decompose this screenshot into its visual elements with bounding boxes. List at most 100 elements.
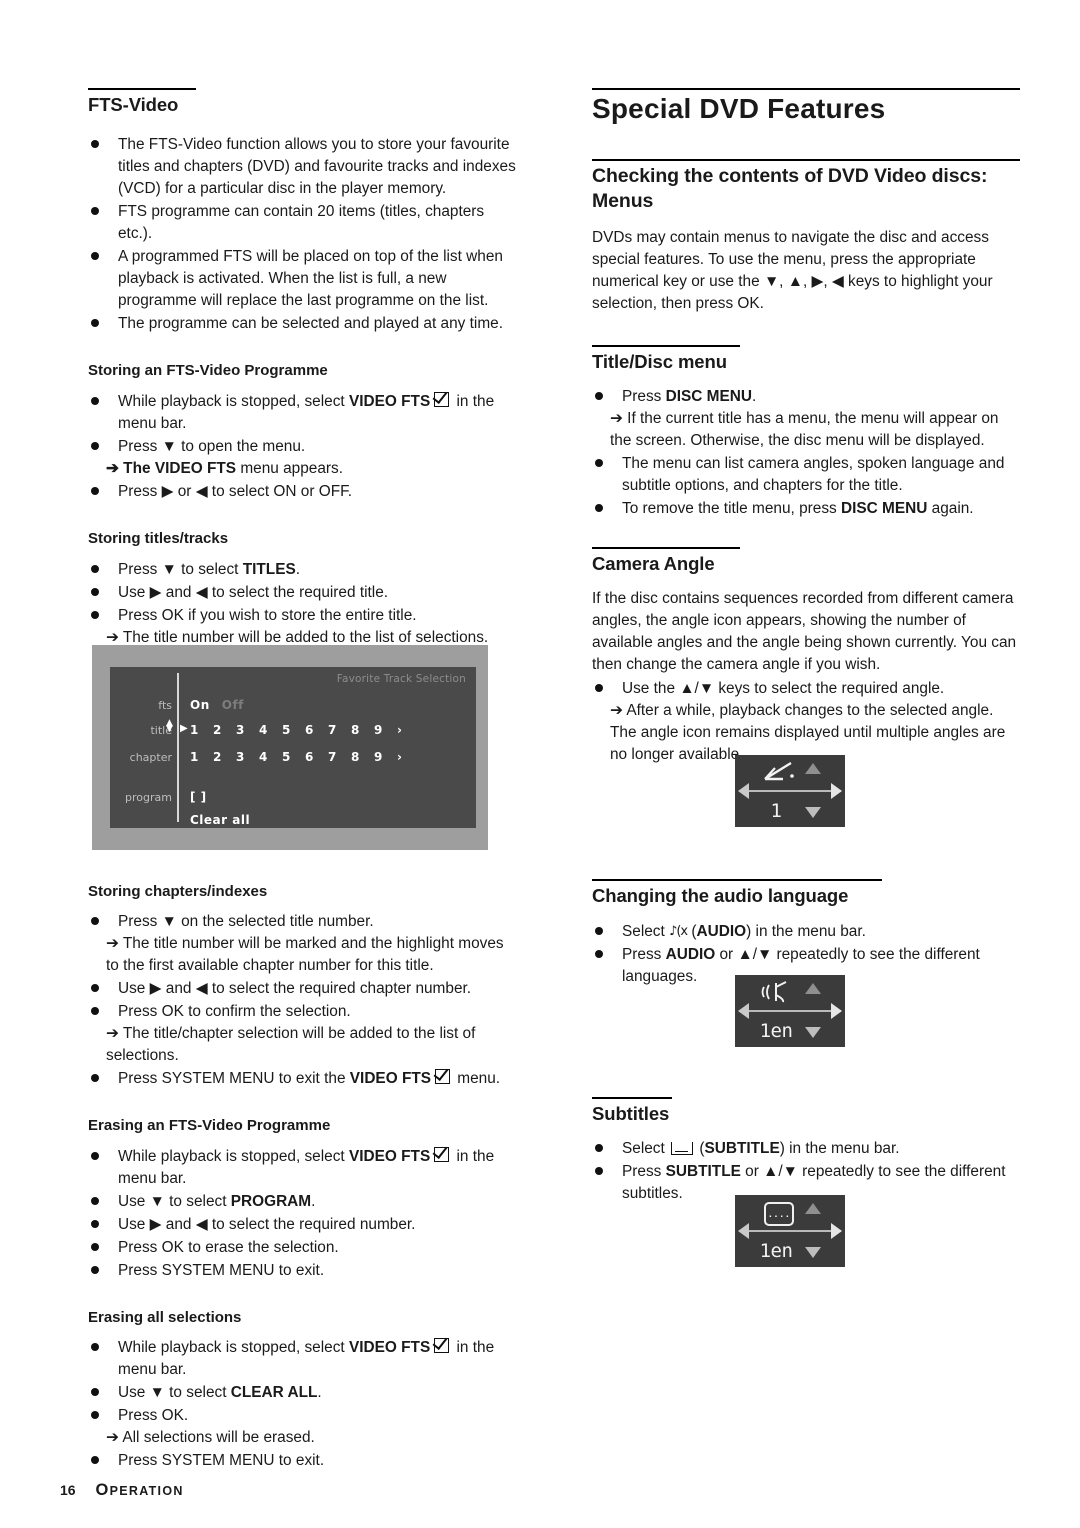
bullet-icon (91, 207, 99, 216)
bullet-icon (91, 1456, 99, 1465)
audio-language-value: 1en (759, 1020, 793, 1042)
fts-on-value[interactable]: On (190, 698, 210, 712)
fts-osd: Favorite Track Selection fts On Off title… (110, 667, 476, 828)
list-item: The FTS-Video function allows you to sto… (88, 134, 520, 200)
list-item-text: Use ▶ and ◀ to select the required chapt… (118, 980, 472, 998)
erasing-programme-heading: Erasing an FTS-Video Programme (88, 1117, 331, 1135)
list-item: Use ▶ and ◀ to select the required title… (88, 582, 520, 604)
right-arrow-icon (831, 1223, 842, 1239)
audio-label: AUDIO (665, 945, 716, 963)
bullet-icon (91, 587, 99, 596)
storing-programme-list: While playback is stopped, select VIDEO … (88, 391, 520, 503)
chapter-more-caret[interactable]: › (397, 750, 420, 764)
list-item-text: ) in the menu bar. (779, 1140, 900, 1158)
left-arrow-icon (738, 1003, 749, 1019)
list-item: Press ▼ to open the menu. ➔ The VIDEO FT… (88, 436, 520, 480)
chapter-number[interactable]: 6 (305, 750, 328, 764)
list-item-text: menu. (453, 1070, 501, 1088)
right-arrow-icon (831, 1003, 842, 1019)
left-arrow-icon (738, 1223, 749, 1239)
chapter-number[interactable]: 1 (190, 750, 213, 764)
title-number[interactable]: 4 (259, 723, 282, 737)
fts-intro-list: The FTS-Video function allows you to sto… (88, 134, 520, 335)
bullet-icon (91, 319, 99, 328)
list-item-text: . (295, 560, 301, 578)
fts-off-value[interactable]: Off (222, 698, 244, 712)
fts-program-value[interactable]: [ ] (190, 790, 207, 804)
list-item-text: again. (927, 500, 974, 518)
erasing-all-list: While playback is stopped, select VIDEO … (88, 1337, 520, 1472)
title-number[interactable]: 3 (236, 723, 259, 737)
list-item-text: Press OK to confirm the selection. (118, 1003, 351, 1021)
title-more-caret[interactable]: › (397, 723, 420, 737)
erasing-all-heading: Erasing all selections (88, 1308, 242, 1326)
list-item-text: Select (622, 1140, 670, 1158)
down-arrow-icon (805, 1247, 821, 1258)
chapter-number[interactable]: 9 (374, 750, 397, 764)
bullet-icon (91, 1151, 99, 1160)
title-number[interactable]: 6 (305, 723, 328, 737)
list-item-text: Press (622, 945, 666, 963)
fts-clear-all-item[interactable]: Clear all (190, 813, 250, 827)
chapter-number[interactable]: 4 (259, 750, 282, 764)
bullet-icon (91, 1343, 99, 1352)
list-item: Press ▼ on the selected title number. ➔ … (88, 911, 520, 977)
osd-horizontal-bar (739, 790, 841, 792)
camera-angle-list: Use the ▲/▼ keys to select the required … (592, 678, 1020, 766)
heading-rule (592, 879, 882, 882)
chapter-number[interactable]: 7 (328, 750, 351, 764)
bullet-icon (595, 459, 603, 467)
list-item: Press OK to confirm the selection. ➔ The… (88, 1001, 520, 1067)
program-label: PROGRAM (230, 1192, 312, 1210)
storing-titles-heading: Storing titles/tracks (88, 530, 229, 548)
list-item-text: The menu can list camera angles, spoken … (622, 455, 1005, 495)
camera-angle-value: 1 (770, 800, 782, 822)
list-item-text: Press ▼ to open the menu. (118, 437, 306, 455)
bullet-icon (91, 487, 99, 495)
title-number[interactable]: 5 (282, 723, 305, 737)
camera-angle-osd: 1 (735, 755, 845, 827)
audio-icon: ♪(x (669, 923, 688, 939)
subtitle-label: SUBTITLE (665, 1163, 741, 1181)
chapter-number[interactable]: 3 (236, 750, 259, 764)
down-arrow-icon (805, 1027, 821, 1038)
list-item: Use ▶ and ◀ to select the required chapt… (88, 978, 520, 1000)
title-number[interactable]: 7 (328, 723, 351, 737)
title-number[interactable]: 8 (351, 723, 374, 737)
right-arrow-icon (831, 783, 842, 799)
chapter-number[interactable]: 2 (213, 750, 236, 764)
fts-row-label-fts: fts (158, 699, 172, 712)
title-number[interactable]: 1 (190, 723, 213, 737)
list-item-text: Press ▼ on the selected title number. (118, 913, 374, 931)
list-item: Press SYSTEM MENU to exit. (88, 1260, 520, 1282)
fts-divider (177, 673, 179, 822)
storing-chapters-list: Press ▼ on the selected title number. ➔ … (88, 911, 520, 1090)
bullet-icon (595, 684, 603, 693)
up-arrow-icon (805, 1203, 821, 1214)
bullet-icon (91, 1265, 99, 1274)
title-number[interactable]: 9 (374, 723, 397, 737)
disc-menu-label: DISC MENU (841, 500, 928, 518)
result-line: ➔ If the current title has a menu, the m… (610, 409, 999, 449)
osd-horizontal-bar (739, 1010, 841, 1012)
audio-glyph-svg (761, 981, 787, 1003)
heading-rule (88, 88, 196, 90)
list-item-text: Press OK. (118, 1407, 189, 1425)
title-number[interactable]: 2 (213, 723, 236, 737)
list-item-text: Press OK if you wish to store the entire… (118, 606, 417, 624)
bullet-icon (595, 949, 603, 958)
list-item-text: Use ▶ and ◀ to select the required numbe… (118, 1215, 416, 1233)
list-item-text: ( (687, 922, 697, 940)
osd-horizontal-bar (739, 1230, 841, 1232)
list-item: Use ▼ to select PROGRAM. (88, 1191, 520, 1213)
list-item-text: Use ▼ to select (118, 1192, 231, 1210)
bullet-icon (595, 391, 603, 400)
list-item-text: Press SYSTEM MENU to exit. (118, 1452, 325, 1470)
list-item: Press DISC MENU. ➔ If the current title … (592, 386, 1020, 452)
checkbox-icon (434, 391, 450, 407)
list-item-text: While playback is stopped, select (118, 392, 349, 410)
list-item: A programmed FTS will be placed on top o… (88, 246, 520, 312)
result-text: menu appears. (236, 459, 344, 477)
chapter-number[interactable]: 8 (351, 750, 374, 764)
chapter-number[interactable]: 5 (282, 750, 305, 764)
